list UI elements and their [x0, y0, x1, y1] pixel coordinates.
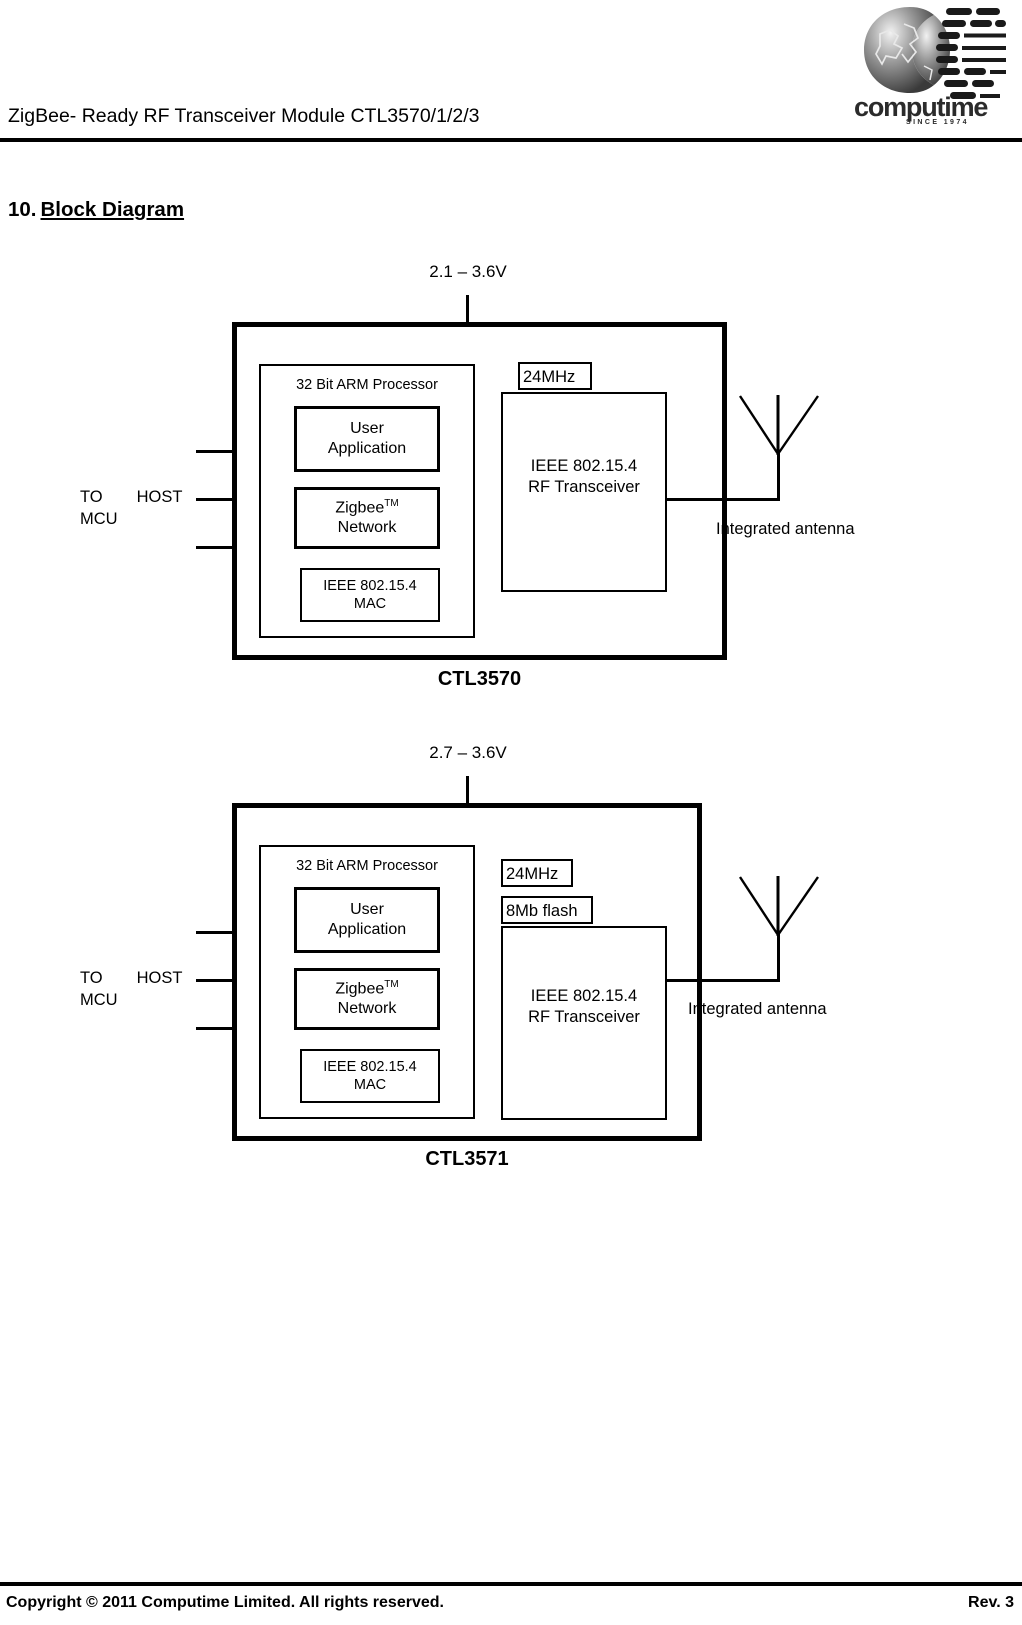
footer-divider [0, 1582, 1022, 1586]
section-title: Block Diagram [40, 198, 185, 221]
antenna-mast-lower [777, 453, 780, 501]
rf-transceiver-block: IEEE 802.15.4 RF Transceiver [501, 392, 667, 592]
computime-logo: computime SINCE 1974 [846, 4, 1006, 126]
user-application-block: User Application [294, 887, 440, 953]
ieee-mac-block: IEEE 802.15.4 MAC [300, 568, 440, 622]
host-connector-line [196, 979, 236, 982]
integrated-antenna-label: Integrated antenna [716, 520, 855, 538]
host-connector-line [196, 931, 236, 934]
user-application-block: User Application [294, 406, 440, 472]
ieee-mac-block: IEEE 802.15.4 MAC [300, 1049, 440, 1103]
zigbee-network-block: ZigbeeTM Network [294, 968, 440, 1030]
logo-tagline: SINCE 1974 [906, 119, 969, 126]
supply-voltage-stem [466, 776, 469, 806]
arm-processor-label: 32 Bit ARM Processor [296, 858, 438, 874]
zigbee-network-block: ZigbeeTM Network [294, 487, 440, 549]
supply-voltage-label: 2.7 – 3.6V [429, 743, 507, 762]
rf-transceiver-block: IEEE 802.15.4 RF Transceiver [501, 926, 667, 1120]
part-number-label: CTL3570 [437, 668, 522, 690]
antenna-icon [738, 395, 819, 455]
user-application-label: User Application [327, 901, 407, 938]
crystal-24mhz-block: 24MHz [501, 859, 573, 887]
supply-voltage-stem [466, 295, 469, 325]
document-header-title: ZigBee- Ready RF Transceiver Module CTL3… [8, 105, 480, 127]
ieee-mac-label: IEEE 802.15.4 MAC [323, 577, 417, 612]
antenna-mast-lower [777, 934, 780, 982]
logo-wordmark: computime [854, 92, 988, 122]
antenna-icon [738, 876, 819, 936]
host-connector-line [196, 498, 236, 501]
footer-revision: Rev. 3 [968, 1594, 1014, 1611]
zigbee-network-label: ZigbeeTM Network [335, 497, 399, 537]
arm-processor-label: 32 Bit ARM Processor [296, 377, 438, 393]
host-connector-line [196, 450, 236, 453]
host-connector-line [196, 546, 236, 549]
host-connector-line [196, 1027, 236, 1030]
crystal-24mhz-block: 24MHz [518, 362, 592, 390]
host-mcu-label: TO HOST MCU [80, 488, 183, 529]
user-application-label: User Application [327, 420, 407, 457]
trademark-mark: TM [384, 978, 399, 990]
section-number: 10. [8, 198, 37, 221]
zigbee-network-label: ZigbeeTM Network [335, 978, 399, 1018]
antenna-feed-line [665, 979, 780, 982]
header-divider [0, 138, 1022, 142]
integrated-antenna-label: Integrated antenna [688, 1000, 827, 1018]
rf-transceiver-label: IEEE 802.15.4 RF Transceiver [528, 987, 640, 1027]
page-title: 10. Block Diagram [8, 198, 184, 222]
trademark-mark: TM [384, 497, 399, 509]
part-number-label: CTL3571 [425, 1148, 509, 1170]
antenna-feed-line [665, 498, 780, 501]
footer-copyright: Copyright © 2011 Computime Limited. All … [6, 1594, 444, 1611]
rf-transceiver-label: IEEE 802.15.4 RF Transceiver [528, 457, 640, 497]
host-mcu-label: TO HOST MCU [80, 969, 183, 1010]
ieee-mac-label: IEEE 802.15.4 MAC [323, 1058, 417, 1093]
supply-voltage-label: 2.1 – 3.6V [429, 262, 507, 281]
flash-memory-block: 8Mb flash [501, 896, 593, 924]
